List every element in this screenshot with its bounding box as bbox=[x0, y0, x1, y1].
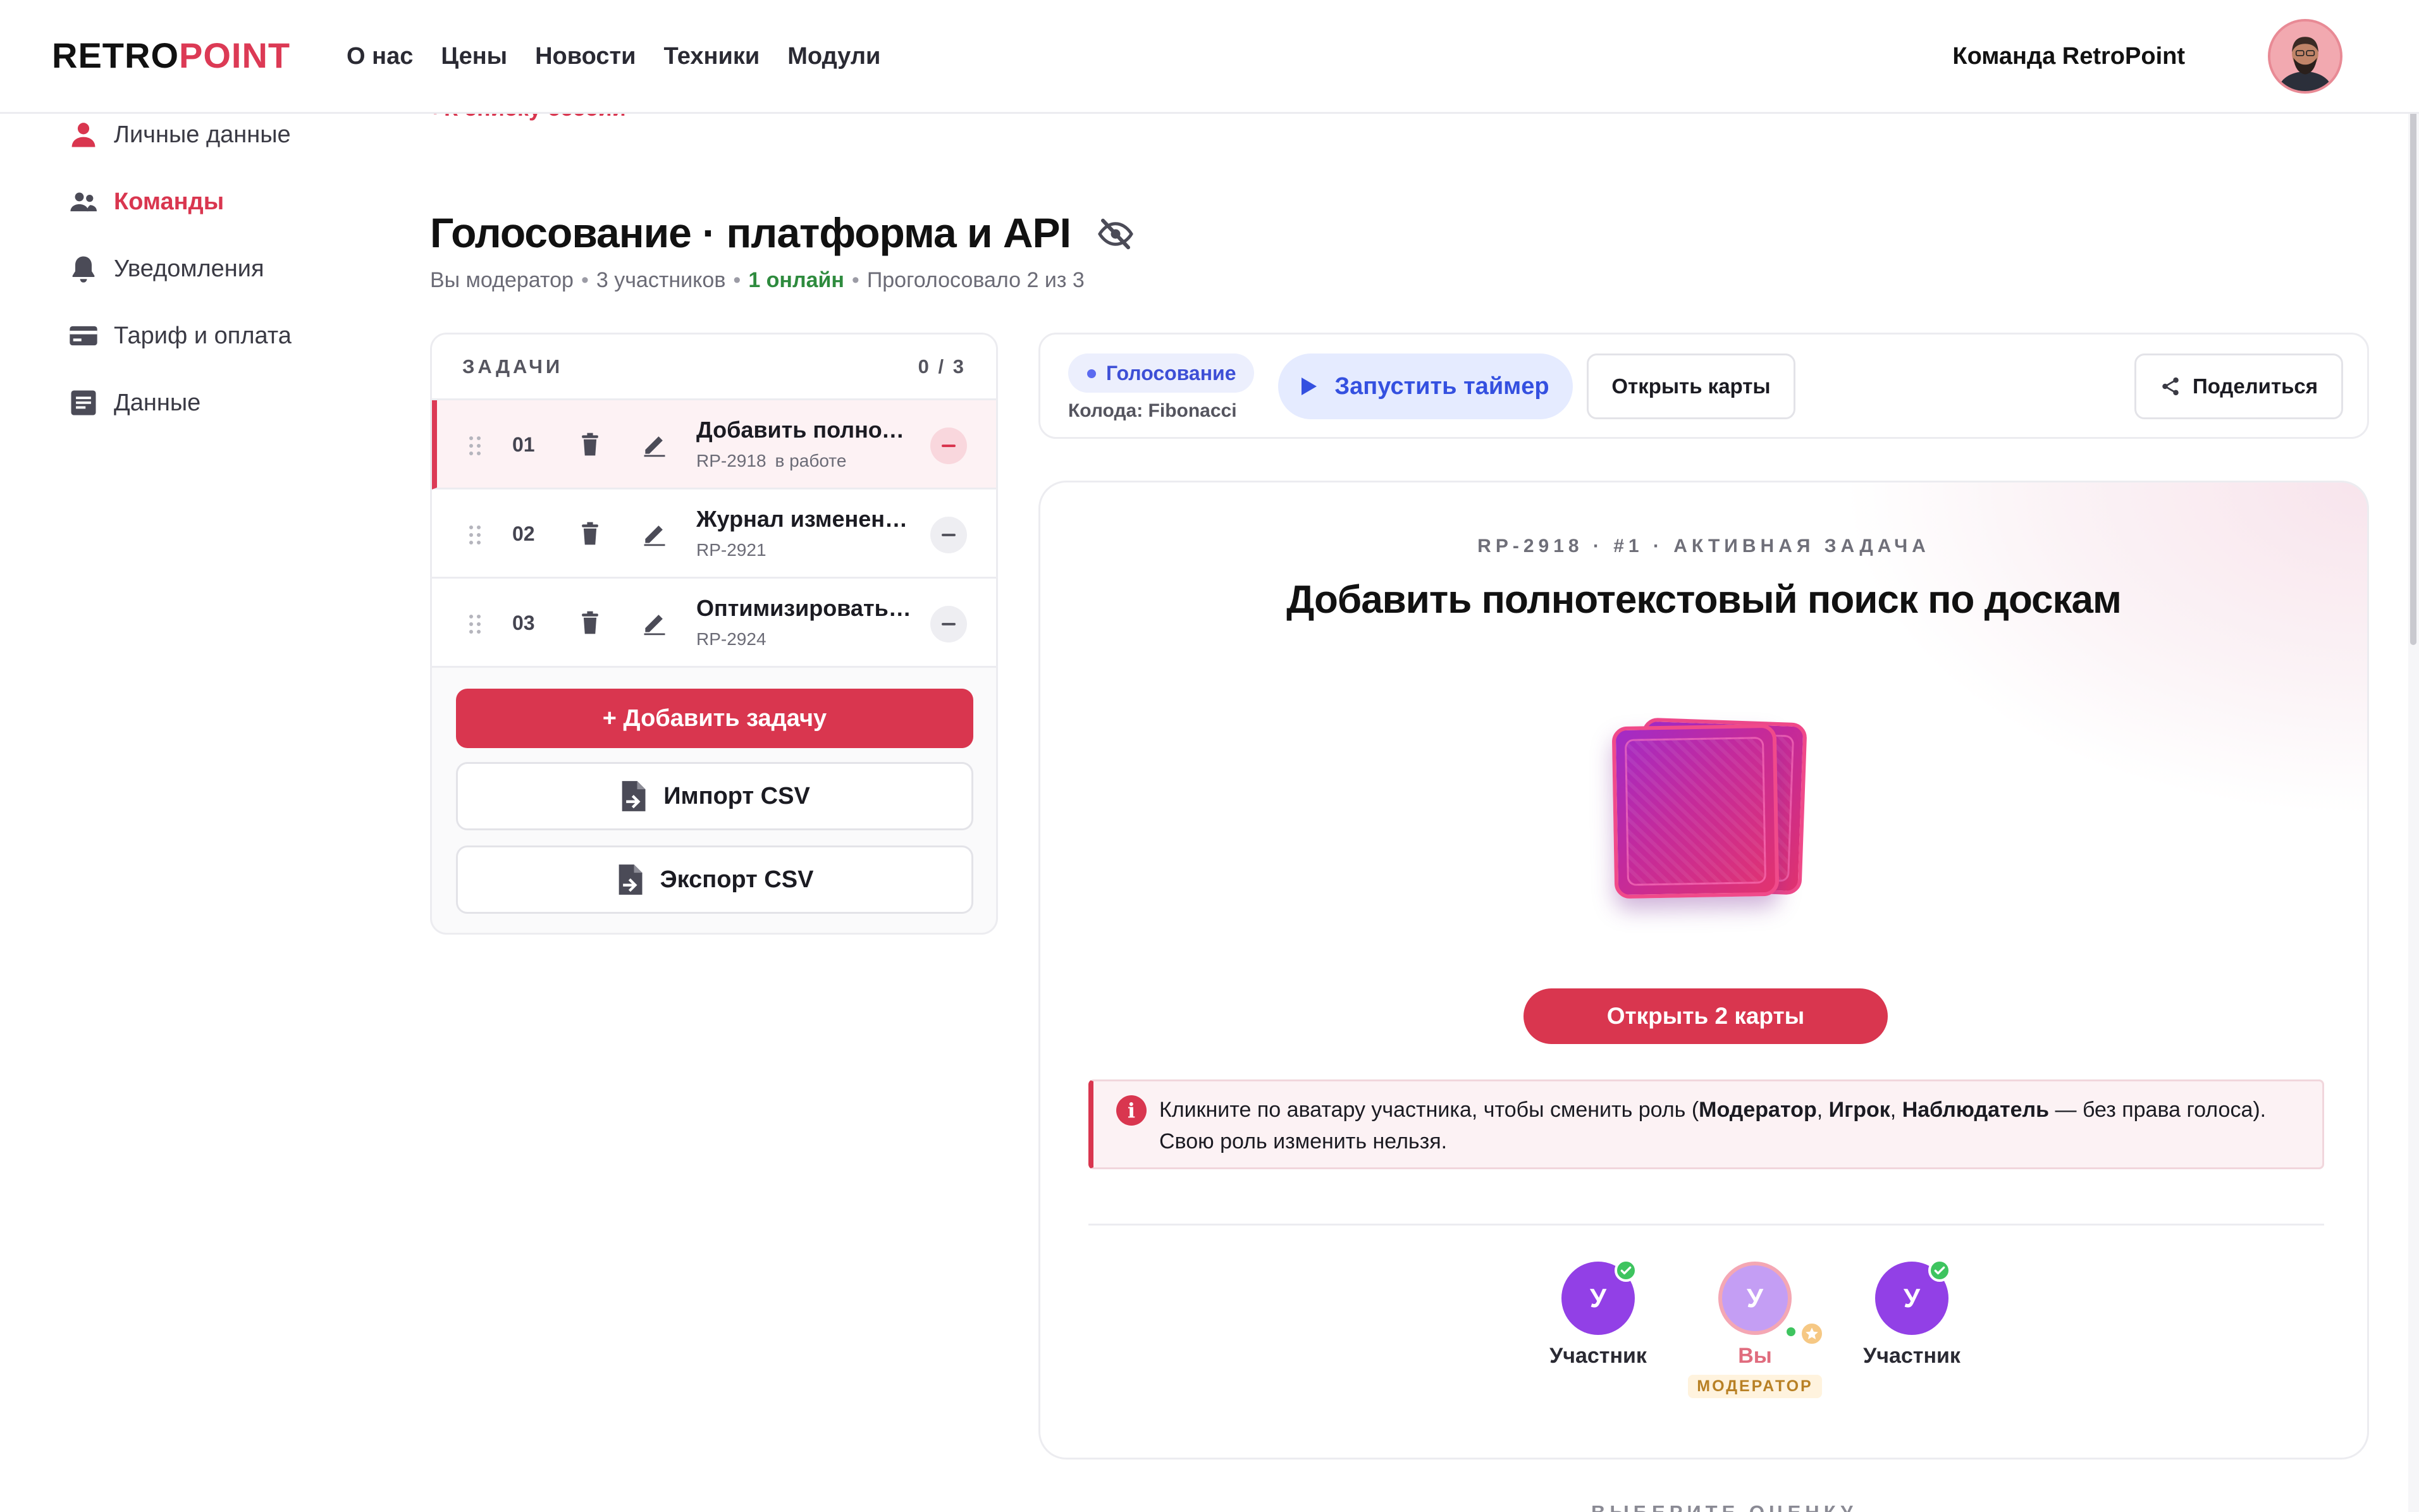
pencil-icon[interactable] bbox=[641, 520, 668, 548]
participant[interactable]: У Участник bbox=[1836, 1259, 1988, 1368]
star-icon bbox=[1799, 1321, 1825, 1346]
active-task-title: Добавить полнотекстовый поиск по доскам bbox=[1286, 578, 2122, 622]
trash-icon[interactable] bbox=[576, 608, 604, 638]
drag-handle-icon[interactable] bbox=[467, 434, 483, 457]
participant-name: Участник bbox=[1863, 1344, 1960, 1368]
sidebar-item-billing[interactable]: Тариф и оплата bbox=[63, 302, 379, 369]
user-avatar[interactable] bbox=[2268, 19, 2342, 94]
task-status: в работе bbox=[775, 451, 847, 470]
task-key: RP-2924 bbox=[696, 629, 766, 649]
sidebar: Личные данные Команды Уведомления Тариф … bbox=[63, 101, 379, 436]
file-export-icon bbox=[619, 864, 643, 895]
export-csv-button[interactable]: Экспорт CSV bbox=[456, 845, 973, 914]
start-timer-button[interactable]: Запустить таймер bbox=[1278, 353, 1573, 419]
file-import-icon bbox=[622, 781, 646, 811]
remove-task-button[interactable] bbox=[930, 606, 967, 642]
nav-news[interactable]: Новости bbox=[535, 39, 636, 73]
pencil-icon[interactable] bbox=[641, 609, 668, 637]
nav-about[interactable]: О нас bbox=[347, 39, 413, 73]
eye-off-icon[interactable] bbox=[1097, 215, 1135, 253]
team-name[interactable]: Команда RetroPoint bbox=[1952, 39, 2185, 73]
retropoint-logo[interactable]: RETROPOINT bbox=[52, 35, 290, 76]
deck-label: Колода: Fibonacci bbox=[1068, 400, 1237, 421]
participant-avatar[interactable]: У bbox=[1561, 1259, 1637, 1335]
nav-prices[interactable]: Цены bbox=[441, 39, 507, 73]
remove-task-button[interactable] bbox=[930, 427, 967, 464]
session-subtitle: Вы модератор • 3 участников • 1 онлайн • Прого… bbox=[430, 268, 1085, 292]
bell-icon bbox=[63, 249, 104, 289]
drag-handle-icon[interactable] bbox=[467, 613, 483, 636]
reveal-cards-button[interactable]: Открыть 2 карты bbox=[1523, 988, 1888, 1044]
nav-techniques[interactable]: Техники bbox=[663, 39, 760, 73]
active-task-eyebrow: RP-2918 · #1 · АКТИВНАЯ ЗАДАЧА bbox=[1477, 536, 1930, 556]
role-info-text: Кликните по аватару участника, чтобы сме… bbox=[1159, 1098, 2267, 1153]
voted-check-icon bbox=[1928, 1259, 1951, 1282]
trash-icon[interactable] bbox=[576, 519, 604, 549]
document-icon bbox=[63, 383, 104, 423]
sidebar-item-teams[interactable]: Команды bbox=[63, 168, 379, 235]
card-stack bbox=[1610, 716, 1812, 925]
add-task-button[interactable]: + Добавить задачу bbox=[456, 689, 973, 748]
online-indicator bbox=[1784, 1325, 1798, 1339]
choose-estimate-heading: ВЫБЕРИТЕ ОЦЕНКУ bbox=[1591, 1500, 1857, 1512]
divider bbox=[1088, 1224, 2324, 1226]
role-info-alert: i Кликните по аватару участника, чтобы с… bbox=[1088, 1079, 2324, 1169]
task-row[interactable]: 01 Добавить полнотекстовый поиск по доск… bbox=[432, 400, 996, 489]
task-row[interactable]: 03 Оптимизировать загрузку RP-2924 bbox=[432, 579, 996, 668]
remove-task-button[interactable] bbox=[930, 517, 967, 553]
credit-card-icon bbox=[63, 316, 104, 356]
participant-name: Участник bbox=[1549, 1344, 1647, 1368]
drag-handle-icon[interactable] bbox=[467, 524, 483, 546]
voted-check-icon bbox=[1615, 1259, 1637, 1282]
page-title: Голосование · платформа и API bbox=[430, 209, 1071, 256]
main-nav: О нас Цены Новости Техники Модули bbox=[347, 39, 880, 73]
task-key: RP-2921 bbox=[696, 540, 766, 560]
session-toolbar: Голосование Колода: Fibonacci Запустить … bbox=[1038, 333, 2369, 439]
sidebar-item-data[interactable]: Данные bbox=[63, 369, 379, 436]
participant-avatar[interactable]: У bbox=[1875, 1259, 1951, 1335]
share-icon bbox=[2162, 377, 2179, 396]
participant-self: У Вы МОДЕРАТОР bbox=[1679, 1262, 1831, 1398]
scrollbar-thumb[interactable] bbox=[2410, 82, 2416, 645]
tasks-header: ЗАДАЧИ 0 / 3 bbox=[432, 335, 996, 400]
participant[interactable]: У Участник bbox=[1522, 1259, 1674, 1368]
online-count: 1 онлайн bbox=[748, 268, 844, 292]
info-icon: i bbox=[1116, 1095, 1147, 1126]
participant-name: Вы bbox=[1738, 1344, 1772, 1368]
task-title: Оптимизировать загрузку bbox=[696, 595, 911, 621]
phase-badge: Голосование bbox=[1068, 353, 1254, 393]
face-down-card bbox=[1611, 723, 1780, 899]
task-title: Добавить полнотекстовый поиск по доскам bbox=[696, 417, 911, 443]
task-key: RP-2918 в работе bbox=[696, 451, 847, 470]
tasks-panel: ЗАДАЧИ 0 / 3 01 Добавить полнотекстовый … bbox=[430, 333, 998, 935]
open-cards-button[interactable]: Открыть карты bbox=[1587, 353, 1795, 419]
task-row[interactable]: 02 Журнал изменений RP-2921 bbox=[432, 489, 996, 579]
voting-panel: RP-2918 · #1 · АКТИВНАЯ ЗАДАЧА Добавить … bbox=[1038, 481, 2369, 1460]
tasks-count: 0 / 3 bbox=[918, 355, 966, 378]
person-icon bbox=[63, 114, 104, 155]
nav-modules[interactable]: Модули bbox=[787, 39, 880, 73]
sidebar-item-notifications[interactable]: Уведомления bbox=[63, 235, 379, 302]
people-icon bbox=[63, 181, 104, 222]
pencil-icon[interactable] bbox=[641, 431, 668, 458]
trash-icon[interactable] bbox=[576, 429, 604, 460]
top-header: RETROPOINT О нас Цены Новости Техники Мо… bbox=[0, 0, 2419, 114]
play-icon bbox=[1302, 378, 1317, 395]
import-csv-button[interactable]: Импорт CSV bbox=[456, 762, 973, 830]
task-title: Журнал изменений bbox=[696, 506, 911, 532]
moderator-badge: МОДЕРАТОР bbox=[1688, 1375, 1822, 1398]
share-button[interactable]: Поделиться bbox=[2134, 353, 2343, 419]
participant-avatar: У bbox=[1718, 1262, 1825, 1346]
